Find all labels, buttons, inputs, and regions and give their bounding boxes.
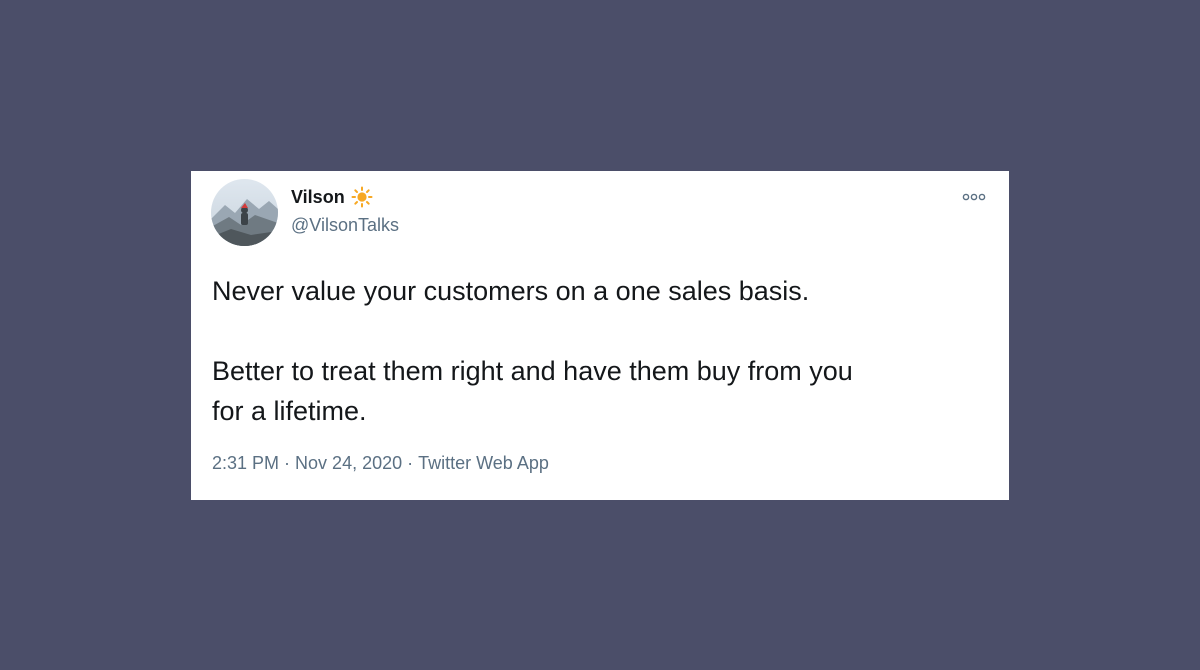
tweet-paragraph-2: Better to treat them right and have them…: [212, 351, 1002, 431]
tweet-card: Vilson @VilsonTalks Never value your cus…: [191, 171, 1009, 500]
tweet-metadata: 2:31 PM · Nov 24, 2020 · Twitter Web App: [212, 453, 549, 474]
tweet-text: Never value your customers on a one sale…: [212, 271, 1002, 431]
tweet-paragraph-2-line-1: Better to treat them right and have them…: [212, 356, 853, 386]
user-handle[interactable]: @VilsonTalks: [291, 215, 399, 236]
sun-icon: [351, 186, 373, 208]
avatar-image: [211, 179, 278, 246]
display-name-link[interactable]: Vilson: [291, 185, 399, 209]
tweet-author: Vilson @VilsonTalks: [291, 185, 399, 236]
tweet-date[interactable]: Nov 24, 2020: [295, 453, 402, 473]
display-name: Vilson: [291, 186, 345, 207]
tweet-time[interactable]: 2:31 PM: [212, 453, 279, 473]
more-options-icon[interactable]: [961, 189, 987, 205]
tweet-paragraph-1: Never value your customers on a one sale…: [212, 276, 810, 306]
separator-dot: ·: [407, 453, 414, 473]
tweet-source[interactable]: Twitter Web App: [418, 453, 549, 473]
avatar[interactable]: [211, 179, 278, 246]
separator-dot: ·: [284, 453, 291, 473]
tweet-paragraph-2-line-2: for a lifetime.: [212, 396, 367, 426]
